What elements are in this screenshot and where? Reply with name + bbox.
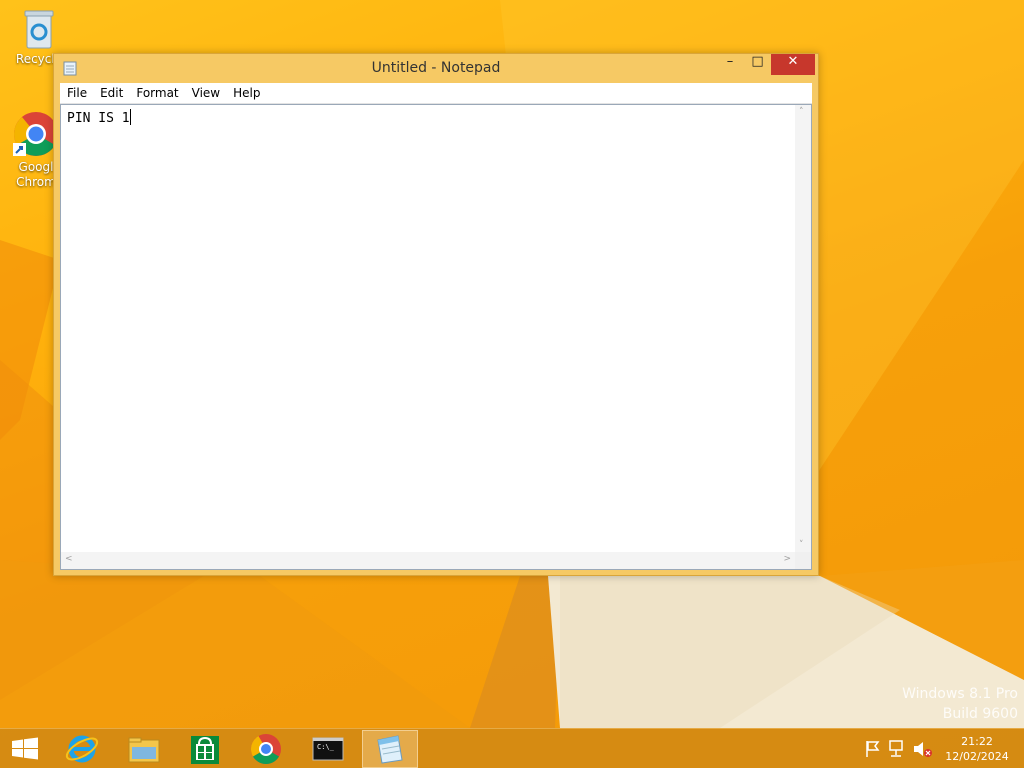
taskbar-store[interactable] (177, 730, 233, 768)
menu-format[interactable]: Format (129, 83, 184, 103)
scroll-right-arrow-icon[interactable]: > (783, 554, 791, 564)
system-tray (866, 740, 932, 757)
taskbar-command-prompt[interactable]: C:\_ (300, 730, 356, 768)
editor-text: PIN IS 1 (67, 111, 130, 126)
windows-watermark: Windows 8.1 Pro Build 9600 (902, 684, 1018, 724)
horizontal-scrollbar[interactable]: < > (61, 552, 795, 569)
window-title: Untitled - Notepad (371, 60, 501, 76)
taskbar-chrome[interactable] (238, 730, 294, 768)
text-editor[interactable]: PIN IS 1 ˄ ˅ < > (60, 104, 812, 570)
recycle-bin-icon (24, 10, 54, 49)
network-icon (889, 740, 903, 757)
file-explorer-icon (128, 737, 160, 763)
minimize-button[interactable]: – (716, 54, 744, 75)
menu-edit[interactable]: Edit (93, 83, 129, 103)
action-center-flag-icon (866, 741, 880, 757)
scroll-down-arrow-icon[interactable]: ˅ (799, 540, 804, 550)
maximize-button[interactable]: □ (744, 54, 771, 75)
windows-logo-icon (12, 737, 38, 760)
taskbar-internet-explorer[interactable] (54, 730, 110, 768)
vertical-scrollbar[interactable]: ˄ ˅ (795, 105, 811, 552)
menu-help[interactable]: Help (226, 83, 266, 103)
scroll-left-arrow-icon[interactable]: < (65, 554, 73, 564)
command-prompt-label: C:\_ (317, 743, 334, 751)
taskbar-clock[interactable]: 21:22 12/02/2024 (942, 734, 1012, 764)
close-button[interactable]: ✕ (771, 54, 815, 75)
resize-grip[interactable] (795, 552, 811, 569)
volume-muted-icon (914, 742, 932, 757)
notepad-window[interactable]: Untitled - Notepad – □ ✕ File Edit Format V… (53, 53, 819, 576)
chrome-icon (250, 734, 281, 765)
taskbar-notepad[interactable] (362, 730, 418, 768)
clock-time: 21:22 (961, 735, 993, 748)
editor-content[interactable]: PIN IS 1 (67, 109, 131, 126)
menu-file[interactable]: File (60, 83, 93, 103)
watermark-edition: Windows 8.1 Pro (902, 686, 1018, 702)
start-button[interactable] (0, 730, 50, 768)
menu-view[interactable]: View (185, 83, 226, 103)
taskbar: C:\_ 21:22 12/02/2024 (0, 728, 1024, 768)
notepad-icon (377, 735, 403, 764)
taskbar-file-explorer[interactable] (116, 730, 172, 768)
clock-date: 12/02/2024 (945, 750, 1009, 763)
text-caret (129, 109, 131, 125)
watermark-build: Build 9600 (942, 706, 1018, 722)
internet-explorer-icon (65, 735, 99, 763)
store-icon (191, 736, 219, 764)
scroll-up-arrow-icon[interactable]: ˄ (799, 107, 804, 117)
menu-bar: File Edit Format View Help (60, 83, 812, 104)
title-bar[interactable]: Untitled - Notepad – □ ✕ (54, 54, 818, 82)
